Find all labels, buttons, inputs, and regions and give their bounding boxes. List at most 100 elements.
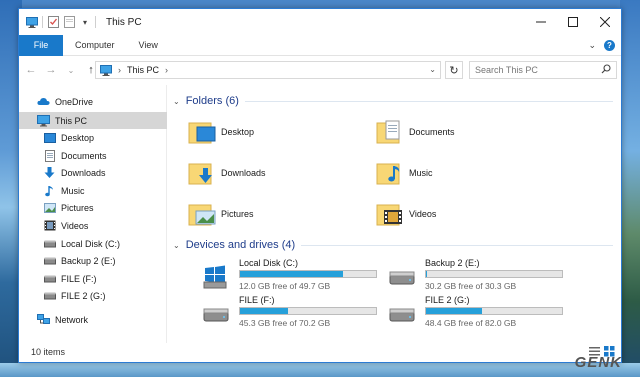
nav-item-backup-2-e[interactable]: Backup 2 (E:) [19,252,167,269]
recent-locations-icon[interactable]: ⌄ [63,62,79,78]
folder-label: Pictures [221,209,254,219]
folder-label: Documents [409,127,455,137]
tab-view[interactable]: View [127,35,170,56]
drive-label: FILE 2 (G:) [425,295,470,305]
folder-documents[interactable]: Documents [375,114,575,150]
drive-icon [389,299,417,327]
drive-icon [389,262,417,290]
back-arrow-icon[interactable]: ← [23,62,39,78]
videos-icon [43,219,56,232]
videos-folder-icon [375,199,405,229]
chevron-down-icon[interactable]: ⌄ [429,65,436,74]
drive-backup-2-e[interactable]: Backup 2 (E:) 30.2 GB free of 30.3 GB [389,258,579,294]
nav-item-label: FILE 2 (G:) [61,290,106,301]
chevron-right-icon[interactable]: › [165,65,168,75]
nav-item-file-f[interactable]: FILE (F:) [19,270,167,287]
group-divider [244,100,613,102]
group-divider [301,244,613,246]
cloud-icon [37,95,50,108]
tab-computer[interactable]: Computer [63,35,127,56]
nav-item-music[interactable]: Music [19,182,167,199]
drive-local-disk-c[interactable]: Local Disk (C:) 12.0 GB free of 49.7 GB [203,258,393,294]
drive-free-space: 45.3 GB free of 70.2 GB [239,318,331,328]
drive-label: Local Disk (C:) [239,258,299,268]
ribbon-right-controls: ⌄ ? [588,35,615,56]
drive-usage-fill [240,308,289,314]
drive-icon [43,272,56,285]
desktop-icon [43,131,56,144]
folder-desktop[interactable]: Desktop [187,114,387,150]
drive-free-space: 12.0 GB free of 49.7 GB [239,281,331,291]
breadcrumb-this-pc[interactable]: This PC [127,65,159,75]
nav-item-label: OneDrive [55,96,94,107]
nav-item-file-2-g[interactable]: FILE 2 (G:) [19,287,167,304]
address-row: ← → ⌄ ↑ › This PC › ⌄ ↻ Search This PC [19,57,621,83]
drive-usage-bar [425,270,563,278]
drive-free-space: 48.4 GB free of 82.0 GB [425,318,517,328]
drive-free-space: 30.2 GB free of 30.3 GB [425,281,517,291]
folder-downloads[interactable]: Downloads [187,155,387,191]
expand-ribbon-icon[interactable]: ⌄ [588,40,596,51]
nav-item-onedrive[interactable]: OneDrive [19,93,167,110]
new-folder-icon[interactable] [63,16,75,28]
folder-label: Downloads [221,168,266,178]
pictures-icon [43,201,56,214]
nav-item-label: Videos [61,220,89,231]
drive-label: Backup 2 (E:) [425,258,480,268]
drive-file-2-g[interactable]: FILE 2 (G:) 48.4 GB free of 82.0 GB [389,295,579,331]
computer-icon[interactable] [26,16,38,28]
properties-icon[interactable] [47,16,59,28]
nav-item-network[interactable]: Network [19,311,167,328]
address-bar[interactable]: › This PC › ⌄ [95,61,441,79]
window-controls [525,9,621,35]
chevron-down-icon[interactable]: ⌄ [173,241,180,250]
documents-icon [43,149,56,162]
devices-header-label: Devices and drives (4) [185,239,296,251]
nav-item-label: Pictures [61,202,94,213]
folder-videos[interactable]: Videos [375,196,575,232]
nav-item-this-pc[interactable]: This PC [19,112,167,129]
nav-item-label: Network [55,314,89,325]
nav-item-downloads[interactable]: Downloads [19,164,167,181]
window-title: This PC [106,16,142,28]
drive-usage-fill [240,271,344,277]
drive-usage-bar [239,270,377,278]
forward-arrow-icon[interactable]: → [43,62,59,78]
help-icon[interactable]: ? [604,40,615,51]
drive-file-f[interactable]: FILE (F:) 45.3 GB free of 70.2 GB [203,295,393,331]
nav-item-label: Documents [61,150,107,161]
folder-label: Videos [409,209,437,219]
minimize-button[interactable] [525,9,557,35]
status-bar: 10 items [19,342,621,362]
folder-pictures[interactable]: Pictures [187,196,387,232]
pictures-folder-icon [187,199,217,229]
close-button[interactable] [589,9,621,35]
nav-item-desktop[interactable]: Desktop [19,129,167,146]
folders-group-header[interactable]: ⌄ Folders (6) [173,93,613,109]
documents-folder-icon [375,117,405,147]
customize-toolbar-icon[interactable]: ▾ [79,16,91,28]
maximize-button[interactable] [557,9,589,35]
ribbon-tabs: File Computer View ⌄ ? [19,34,621,56]
chevron-down-icon[interactable]: ⌄ [173,97,180,106]
nav-item-label: This PC [55,115,88,126]
search-input[interactable]: Search This PC [469,61,617,79]
nav-item-documents[interactable]: Documents [19,147,167,164]
nav-item-pictures[interactable]: Pictures [19,199,167,216]
file-explorer-window: ▾ This PC File Computer View ⌄ ? ← → ⌄ ↑ [18,8,622,363]
refresh-button[interactable]: ↻ [445,61,463,79]
folder-music[interactable]: Music [375,155,575,191]
music-folder-icon [375,158,405,188]
tab-file[interactable]: File [19,34,63,56]
computer-icon [37,114,50,127]
title-separator [95,16,96,28]
quick-access-separator [42,16,43,28]
drive-label: FILE (F:) [239,295,275,305]
windows-drive-icon [203,262,231,290]
devices-group-header[interactable]: ⌄ Devices and drives (4) [173,237,613,253]
nav-item-local-disk-c[interactable]: Local Disk (C:) [19,235,167,252]
nav-item-label: Backup 2 (E:) [61,255,116,266]
folders-header-label: Folders (6) [185,95,239,107]
search-icon [601,64,611,76]
nav-item-videos[interactable]: Videos [19,217,167,234]
